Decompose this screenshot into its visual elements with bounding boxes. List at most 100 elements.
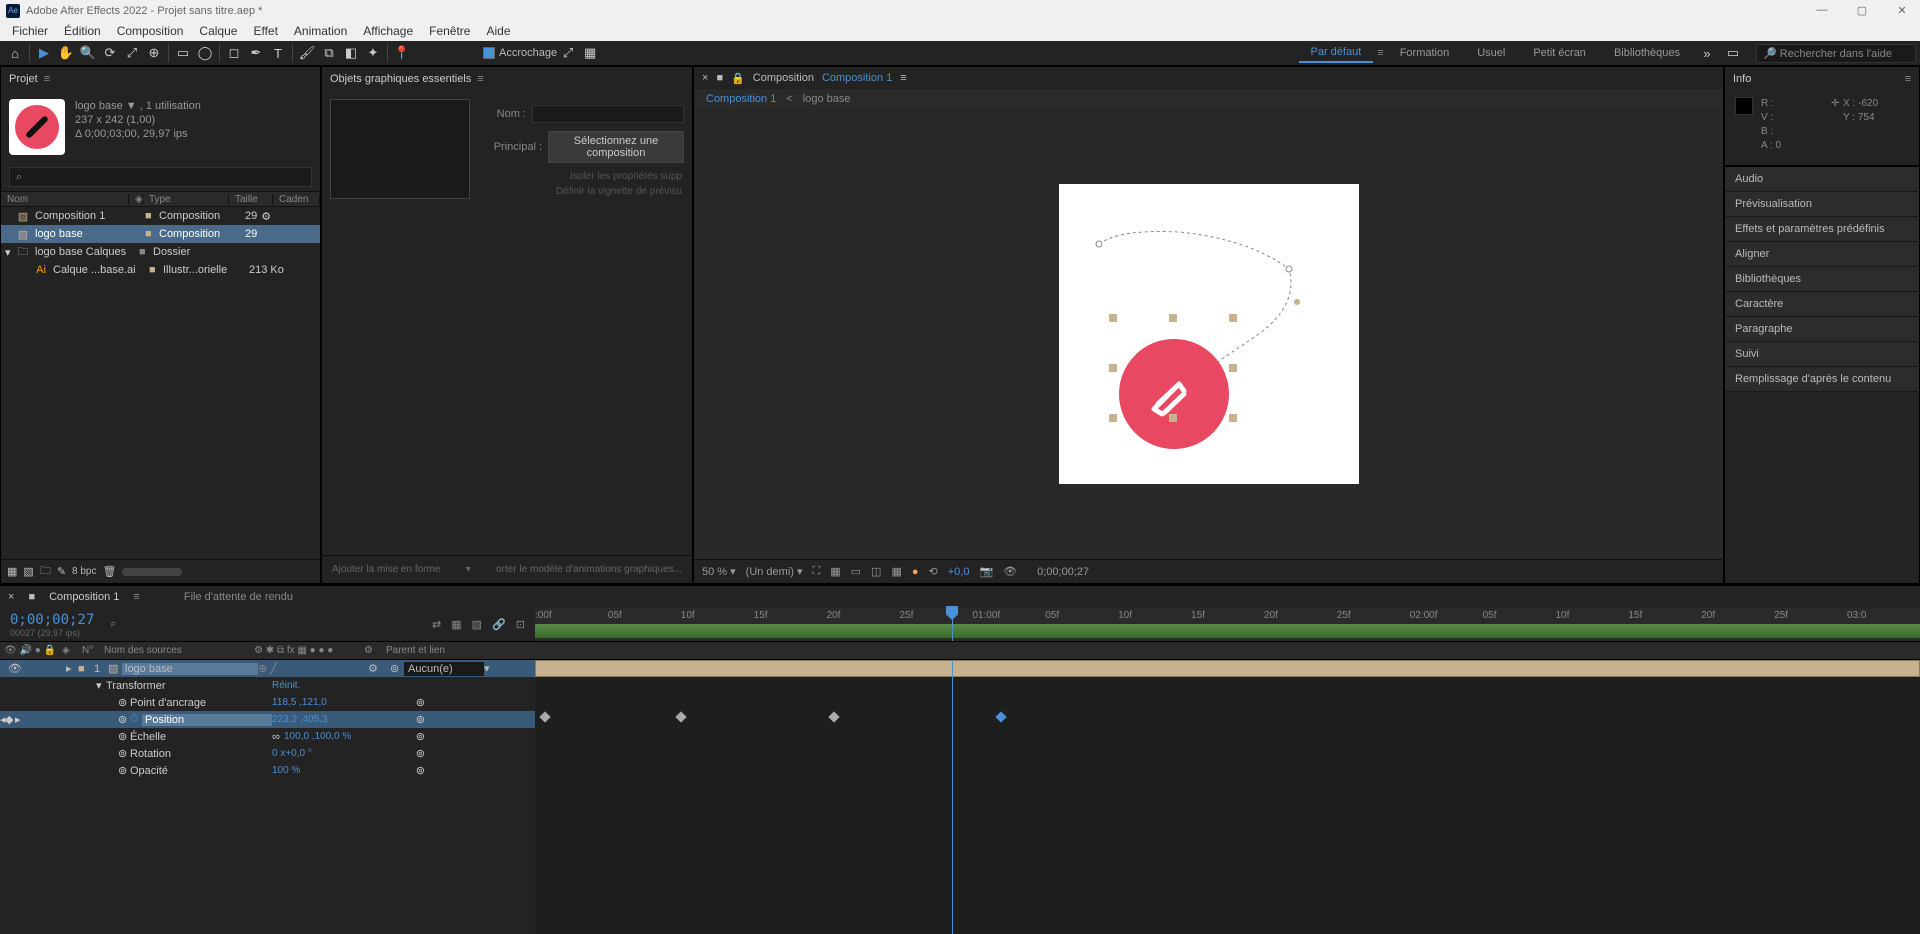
info-menu[interactable]: ≡ — [1905, 73, 1911, 85]
menu-affichage[interactable]: Affichage — [355, 22, 421, 40]
breadcrumb-logobase[interactable]: logo base — [803, 93, 851, 105]
timeline-timecode[interactable]: 0;00;00;27 — [10, 612, 94, 628]
panel-content-aware[interactable]: Remplissage d'après le contenu — [1725, 367, 1919, 392]
menu-fenetre[interactable]: Fenêtre — [421, 22, 478, 40]
snap-checkbox[interactable] — [483, 47, 495, 59]
workspace-petit[interactable]: Petit écran — [1521, 44, 1598, 62]
playhead[interactable] — [952, 608, 953, 641]
panel-effects[interactable]: Effets et paramètres prédéfinis — [1725, 217, 1919, 242]
panel-paragraph[interactable]: Paragraphe — [1725, 317, 1919, 342]
eg-name-input[interactable] — [532, 105, 684, 123]
tl-btn2[interactable]: ▦ — [451, 618, 461, 631]
text-tool[interactable]: T — [267, 42, 289, 64]
menu-composition[interactable]: Composition — [109, 22, 192, 40]
tl-btn5[interactable]: ⊡ — [516, 618, 525, 631]
brush-tool[interactable]: 🖌 — [296, 42, 318, 64]
workspace-formation[interactable]: Formation — [1388, 44, 1462, 62]
timeline-ruler[interactable]: :00f05f10f 15f20f25f 01:00f05f10f 15f20f… — [535, 608, 1920, 641]
col-size[interactable]: Taille — [229, 194, 273, 205]
panel-align[interactable]: Aligner — [1725, 242, 1919, 267]
tl-btn4[interactable]: 🔗 — [492, 618, 506, 631]
prop-scale[interactable]: ⊚ Échelle ∞100,0 ,100,0 % ⊚ — [0, 728, 535, 745]
col-tag[interactable]: ◈ — [129, 194, 143, 205]
panel-audio[interactable]: Audio — [1725, 167, 1919, 192]
project-search[interactable]: ⌕ — [9, 167, 312, 187]
tl-tab-comp1[interactable]: Composition 1 — [49, 591, 119, 603]
project-row-folder[interactable]: ▾🗀 logo base Calques ■ Dossier — [1, 243, 320, 261]
proj-footer-trash[interactable]: 🗑 — [103, 565, 117, 578]
hand-tool[interactable]: ✋ — [55, 42, 77, 64]
keyframe-3[interactable] — [828, 711, 839, 722]
proj-footer-bpc[interactable]: 8 bpc — [72, 566, 96, 577]
workspace-panel[interactable]: ▭ — [1722, 42, 1744, 64]
workspace-more[interactable]: » — [1696, 42, 1718, 64]
viewer-btn-transparency[interactable]: ▦ — [830, 565, 840, 578]
ellipse-tool[interactable]: ◯ — [194, 42, 216, 64]
eg-panel-menu[interactable]: ≡ — [477, 73, 483, 85]
eraser-tool[interactable]: ◧ — [340, 42, 362, 64]
tl-tab-render[interactable]: File d'attente de rendu — [184, 591, 293, 603]
viewer-btn-grid[interactable]: ▦ — [891, 565, 901, 578]
anchor-tool[interactable]: ⊕ — [143, 42, 165, 64]
prop-anchor[interactable]: ⊚ Point d'ancrage 118,5 ,121,0 ⊚ — [0, 694, 535, 711]
maximize-button[interactable]: ▢ — [1850, 4, 1874, 17]
project-row-comp1[interactable]: ▧ Composition 1 ■ Composition 29⚙ — [1, 207, 320, 225]
keyframe-2[interactable] — [675, 711, 686, 722]
close-button[interactable]: ✕ — [1890, 4, 1914, 17]
proj-footer-interpret[interactable]: ▦ — [7, 565, 17, 578]
zoom-select[interactable]: 50 % ▾ — [702, 565, 736, 578]
selection-tool[interactable]: ▶ — [33, 42, 55, 64]
comp-panel-menu[interactable]: ≡ — [900, 72, 906, 84]
viewer-btn-reset-exp[interactable]: ⟲ — [929, 565, 938, 578]
panel-libraries[interactable]: Bibliothèques — [1725, 267, 1919, 292]
viewer-exposure[interactable]: +0,0 — [948, 566, 970, 578]
viewer-btn-mask[interactable]: ▭ — [851, 565, 861, 578]
eg-export[interactable]: orter le modèle d'animations graphiques.… — [496, 564, 682, 575]
prop-opacity[interactable]: ⊚ Opacité 100 % ⊚ — [0, 762, 535, 779]
minimize-button[interactable]: — — [1810, 4, 1834, 17]
shape-tool[interactable]: ◻ — [223, 42, 245, 64]
clone-tool[interactable]: ⧉ — [318, 42, 340, 64]
viewer-btn-full[interactable]: ⛶ — [813, 565, 821, 578]
project-panel-menu[interactable]: ≡ — [44, 73, 50, 85]
help-search[interactable]: 🔎 Rechercher dans l'aide — [1756, 44, 1916, 63]
proj-footer-newfolder[interactable]: 🗀 — [40, 562, 51, 581]
menu-animation[interactable]: Animation — [286, 22, 355, 40]
orbit-tool[interactable]: ⟳ — [99, 42, 121, 64]
snap-opt2[interactable]: ▦ — [579, 42, 601, 64]
comp-lock[interactable]: 🔒 — [731, 72, 745, 85]
composition-viewer[interactable] — [694, 109, 1723, 559]
tl-tab-menu[interactable]: ≡ — [133, 591, 139, 603]
viewer-btn-region[interactable]: ◫ — [871, 565, 881, 578]
layer-row-1[interactable]: 👁 ▸ ■ 1 ▧ logo base ⊕ ╱ ⚙ ⊚ Aucun(e) ▾ — [0, 660, 535, 677]
comp-toggle[interactable]: ■ — [716, 72, 723, 84]
pen-tool[interactable]: ✒ — [245, 42, 267, 64]
breadcrumb-comp1[interactable]: Composition 1 — [706, 93, 776, 105]
resolution-select[interactable]: (Un demi) ▾ — [746, 565, 803, 578]
snap-opt1[interactable]: ⤢ — [557, 42, 579, 64]
viewer-btn-channels[interactable]: ● — [912, 566, 919, 578]
rect-tool[interactable]: ▭ — [172, 42, 194, 64]
workspace-biblio[interactable]: Bibliothèques — [1602, 44, 1692, 62]
eg-principal-select[interactable]: Sélectionnez une composition — [548, 131, 684, 163]
workspace-default[interactable]: Par défaut — [1299, 43, 1374, 63]
proj-footer-newcomp[interactable]: ▧ — [23, 565, 33, 578]
tl-search[interactable]: ⌕ — [110, 618, 116, 631]
proj-footer-slider[interactable] — [122, 568, 182, 576]
tl-btn1[interactable]: ⇄ — [432, 618, 441, 631]
workspace-usuel[interactable]: Usuel — [1465, 44, 1517, 62]
comp-active-tab[interactable]: Composition 1 — [822, 72, 892, 84]
rotate-tool[interactable]: ⤢ — [121, 42, 143, 64]
roto-tool[interactable]: ✦ — [362, 42, 384, 64]
menu-calque[interactable]: Calque — [191, 22, 245, 40]
eg-add-format[interactable]: Ajouter la mise en forme — [332, 564, 440, 575]
menu-edition[interactable]: Édition — [56, 22, 109, 40]
project-row-logobase[interactable]: ▧ logo base ■ Composition 29 — [1, 225, 320, 243]
menu-aide[interactable]: Aide — [478, 22, 518, 40]
prop-rotation[interactable]: ⊚ Rotation 0 x+0,0 ° ⊚ — [0, 745, 535, 762]
viewer-btn-show-snap[interactable]: 👁 — [1003, 565, 1017, 578]
home-tool[interactable]: ⌂ — [4, 42, 26, 64]
tl-icon[interactable]: ■ — [28, 591, 35, 603]
proj-footer-adjust[interactable]: ✎ — [57, 565, 66, 578]
keyframe-4[interactable] — [995, 711, 1006, 722]
